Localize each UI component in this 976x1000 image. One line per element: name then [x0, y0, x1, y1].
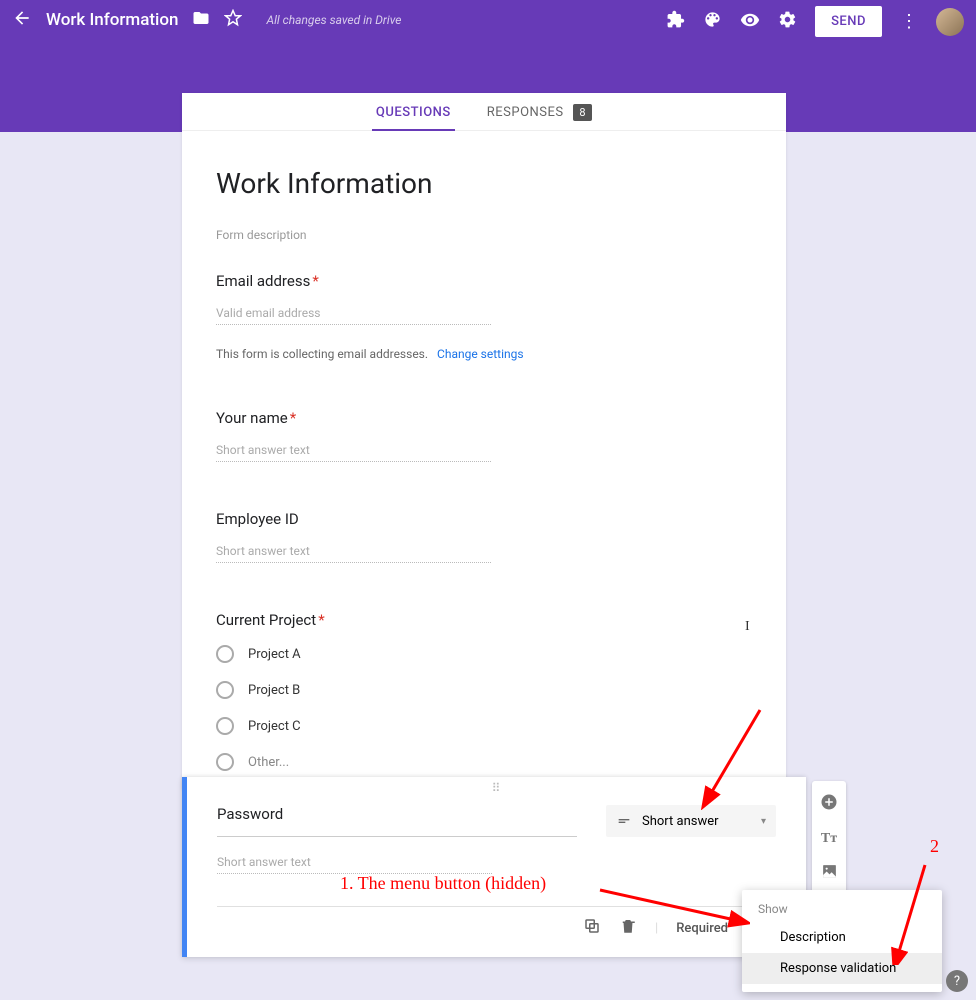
radio-label: Project B [248, 683, 300, 698]
delete-icon[interactable] [619, 917, 637, 939]
user-avatar[interactable] [936, 8, 964, 36]
response-count-badge: 8 [573, 104, 592, 121]
add-title-icon[interactable]: Tᴛ [821, 831, 837, 847]
side-toolbar: Tᴛ [812, 781, 846, 896]
popup-title: Show [742, 898, 942, 922]
duplicate-icon[interactable] [583, 917, 601, 939]
active-question-card: ⠿ Password Short answer ▾ Short answer t… [182, 777, 806, 957]
tabs-bar: QUESTIONS RESPONSES 8 [182, 93, 786, 131]
folder-icon[interactable] [192, 9, 210, 31]
required-asterisk: * [290, 409, 296, 427]
question-project: Current Project* Project A Project B Pro… [216, 611, 752, 771]
employee-id-input-placeholder: Short answer text [216, 544, 491, 563]
popup-item-description[interactable]: Description [742, 922, 942, 953]
radio-label: Project A [248, 647, 301, 662]
separator: | [655, 921, 658, 936]
question-label: Your name [216, 409, 288, 427]
question-label: Current Project [216, 611, 316, 629]
form-title[interactable]: Work Information [216, 167, 752, 200]
change-settings-link[interactable]: Change settings [437, 347, 524, 361]
preview-icon[interactable] [740, 10, 760, 34]
annotation-label-2: 2 [930, 836, 939, 857]
required-asterisk: * [318, 611, 324, 629]
document-title[interactable]: Work Information [46, 10, 178, 30]
name-input-placeholder: Short answer text [216, 443, 491, 462]
question-title: Current Project* [216, 611, 752, 629]
active-question-placeholder: Short answer text [217, 855, 492, 874]
more-options-icon[interactable]: ⋮ [900, 11, 918, 32]
radio-option-other[interactable]: Other... [216, 753, 752, 771]
settings-icon[interactable] [778, 10, 797, 33]
radio-icon [216, 717, 234, 735]
add-question-icon[interactable] [820, 793, 838, 815]
question-options-popup: Show Description Response validation [742, 890, 942, 992]
question-title: Your name* [216, 409, 752, 427]
question-title: Employee ID [216, 510, 752, 528]
question-name: Your name* Short answer text [216, 409, 752, 462]
email-input-placeholder: Valid email address [216, 306, 491, 325]
text-cursor-icon: I [745, 619, 750, 635]
back-arrow-icon[interactable] [12, 8, 32, 32]
drag-handle-icon[interactable]: ⠿ [187, 777, 806, 795]
question-type-label: Short answer [642, 814, 719, 829]
tab-responses[interactable]: RESPONSES 8 [487, 105, 592, 130]
save-status: All changes saved in Drive [266, 13, 401, 27]
radio-option[interactable]: Project C [216, 717, 752, 735]
question-label: Email address [216, 272, 310, 290]
question-email: Email address* Valid email address This … [216, 272, 752, 361]
dropdown-arrow-icon: ▾ [761, 816, 766, 827]
radio-icon [216, 753, 234, 771]
tab-responses-label: RESPONSES [487, 105, 564, 120]
radio-icon [216, 681, 234, 699]
form-card: QUESTIONS RESPONSES 8 Work Information F… [182, 93, 786, 789]
question-employee-id: Employee ID Short answer text [216, 510, 752, 563]
question-footer: | Required [187, 907, 806, 949]
help-button[interactable]: ? [946, 970, 968, 992]
popup-item-response-validation[interactable]: Response validation [742, 953, 942, 984]
radio-label: Project C [248, 719, 301, 734]
palette-icon[interactable] [703, 10, 722, 33]
radio-icon [216, 645, 234, 663]
required-asterisk: * [312, 272, 318, 290]
send-button[interactable]: SEND [815, 6, 882, 37]
add-image-icon[interactable] [821, 863, 838, 884]
addons-icon[interactable] [666, 10, 685, 33]
collection-note-text: This form is collecting email addresses. [216, 347, 428, 361]
tab-questions[interactable]: QUESTIONS [376, 105, 451, 130]
radio-option[interactable]: Project B [216, 681, 752, 699]
collection-note: This form is collecting email addresses.… [216, 347, 752, 361]
short-answer-icon [616, 813, 632, 829]
question-title: Email address* [216, 272, 752, 290]
form-description[interactable]: Form description [216, 228, 752, 242]
question-type-selector[interactable]: Short answer ▾ [606, 805, 776, 837]
required-label: Required [676, 921, 728, 936]
radio-option[interactable]: Project A [216, 645, 752, 663]
active-question-title[interactable]: Password [217, 805, 577, 837]
radio-label: Other... [248, 755, 289, 770]
question-label: Employee ID [216, 510, 299, 528]
star-icon[interactable] [224, 9, 242, 31]
